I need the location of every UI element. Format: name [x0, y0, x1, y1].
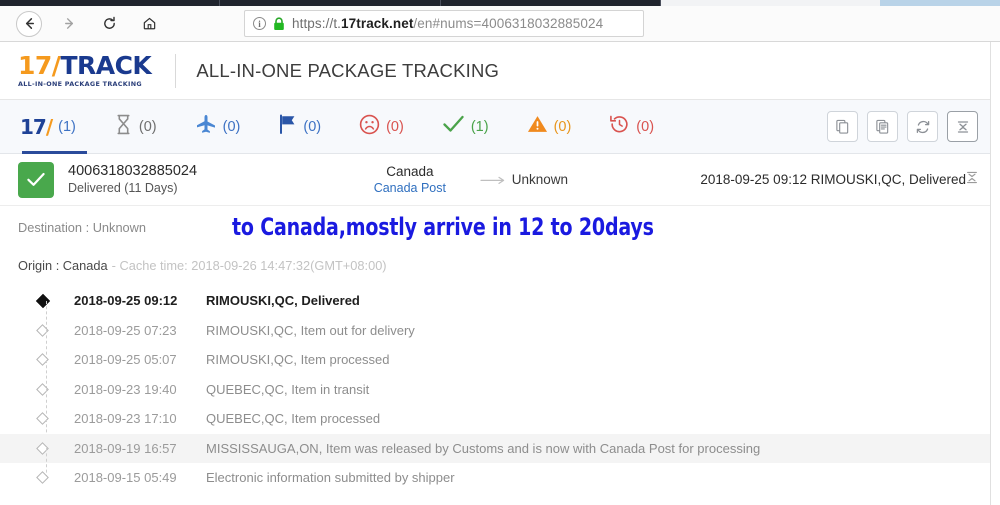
- vertical-scrollbar[interactable]: [990, 42, 1000, 505]
- page-title: ALL-IN-ONE PACKAGE TRACKING: [196, 59, 500, 81]
- warning-triangle-icon: [527, 114, 548, 139]
- info-icon[interactable]: i: [253, 17, 266, 30]
- copy-icon[interactable]: [827, 111, 858, 142]
- package-identity: 4006318032885024 Delivered (11 Days): [68, 162, 268, 196]
- tab-undelivered-count: (0): [386, 118, 404, 135]
- destination-value: Unknown: [511, 172, 568, 187]
- cache-time: - Cache time: 2018-09-26 14:47:32(GMT+08…: [111, 257, 387, 273]
- tracking-events-list: 2018-09-25 09:12 RIMOUSKI,QC, Delivered …: [0, 282, 1000, 493]
- tab-expired[interactable]: (0): [590, 100, 673, 154]
- tracking-number[interactable]: 4006318032885024: [68, 162, 268, 180]
- timeline-marker-icon: [36, 471, 49, 485]
- event-time: 2018-09-23 17:10: [74, 411, 177, 427]
- tab-alert-count: (0): [553, 118, 572, 135]
- package-status-text: Delivered (11 Days): [68, 181, 178, 196]
- copy-details-icon[interactable]: [867, 111, 898, 142]
- tab-delivered[interactable]: (1): [423, 100, 508, 154]
- logo-17: 17: [18, 51, 52, 80]
- flag-icon: [278, 114, 297, 139]
- table-row[interactable]: 2018-09-15 05:49 Electronic information …: [0, 463, 1000, 493]
- logo-track: TRACK: [60, 51, 152, 80]
- event-description: RIMOUSKI,QC, Delivered: [206, 293, 360, 309]
- url-scheme: https://t.: [292, 16, 342, 31]
- table-row[interactable]: 2018-09-23 19:40 QUEBEC,QC, Item in tran…: [0, 375, 1000, 419]
- arrow-right-icon: [480, 175, 506, 185]
- check-icon: [442, 114, 465, 139]
- event-description: RIMOUSKI,QC, Item out for delivery: [206, 322, 415, 338]
- table-row[interactable]: 2018-09-25 07:23 RIMOUSKI,QC, Item out f…: [0, 316, 1000, 360]
- page-content: 17/TRACK ALL-IN-ONE PACKAGE TRACKING ALL…: [0, 42, 1000, 505]
- browser-navigation-bar: i https://t.17track.net/en#nums=40063180…: [0, 6, 1000, 42]
- tab-all-count: (1): [58, 118, 76, 135]
- event-time: 2018-09-25 07:23: [74, 322, 177, 338]
- status-badge: [18, 161, 54, 198]
- table-row[interactable]: 2018-09-25 09:12 RIMOUSKI,QC, Delivered: [0, 286, 1000, 331]
- tab-all[interactable]: 17/ (1): [14, 100, 95, 154]
- reload-icon[interactable]: [96, 11, 122, 37]
- address-bar[interactable]: i https://t.17track.net/en#nums=40063180…: [244, 10, 644, 37]
- table-row[interactable]: 2018-09-19 16:57 MISSISSAUGA,ON, Item wa…: [0, 433, 990, 478]
- table-row[interactable]: 2018-09-23 17:10 QUEBEC,QC, Item process…: [0, 404, 1000, 449]
- tab-pickup[interactable]: (0): [259, 100, 340, 154]
- collapse-all-icon[interactable]: [947, 111, 978, 142]
- logo-wordmark: 17/TRACK: [18, 51, 152, 80]
- event-description: MISSISSAUGA,ON, Item was released by Cus…: [206, 440, 761, 456]
- forward-arrow-icon[interactable]: [56, 11, 82, 37]
- timeline-marker-icon: [35, 293, 51, 308]
- url-domain: 17track.net: [341, 16, 414, 31]
- annotation-text: to Canada,mostly arrive in 12 to 20days: [232, 213, 654, 241]
- tab-alert[interactable]: (0): [508, 100, 591, 154]
- origin-label: Origin : Canada: [18, 257, 108, 273]
- event-time: 2018-09-23 19:40: [74, 381, 177, 397]
- event-time: 2018-09-15 05:49: [74, 470, 177, 486]
- sad-face-icon: [359, 114, 380, 140]
- header-divider: [175, 53, 177, 88]
- airplane-icon: [195, 114, 217, 140]
- event-description: Electronic information submitted by ship…: [206, 470, 455, 486]
- destination-row: Destination : Unknown to Canada,mostly a…: [0, 206, 1000, 248]
- event-time: 2018-09-19 16:57: [74, 440, 177, 456]
- collapse-icon[interactable]: [966, 171, 986, 189]
- event-description: QUEBEC,QC, Item in transit: [206, 381, 370, 397]
- carrier-name[interactable]: Canada Post: [346, 180, 474, 196]
- status-filter-bar: 17/ (1) (0) (0) (0) (0) (1) (0) (0): [0, 100, 1000, 154]
- tab-expired-count: (0): [636, 118, 655, 135]
- tab-delivered-count: (1): [470, 118, 489, 135]
- tab-undelivered[interactable]: (0): [340, 100, 423, 154]
- carrier-info: Canada Canada Post: [346, 163, 474, 197]
- event-time: 2018-09-25 05:07: [74, 352, 177, 368]
- tab-not-found-count: (0): [138, 118, 157, 135]
- tab-pickup-count: (0): [303, 118, 322, 135]
- tab-in-transit[interactable]: (0): [176, 100, 260, 154]
- toolbar-actions: [827, 111, 986, 142]
- latest-event-summary: 2018-09-25 09:12 RIMOUSKI,QC, Delivered: [700, 172, 966, 187]
- table-row[interactable]: 2018-09-25 05:07 RIMOUSKI,QC, Item proce…: [0, 345, 1000, 390]
- back-arrow-icon[interactable]: [16, 10, 42, 37]
- hourglass-icon: [114, 114, 133, 140]
- clock-rewind-icon: [609, 114, 630, 140]
- lock-icon: [273, 16, 285, 31]
- check-icon: [27, 172, 45, 186]
- event-time: 2018-09-25 09:12: [74, 293, 178, 309]
- package-summary-row[interactable]: 4006318032885024 Delivered (11 Days) Can…: [0, 154, 1000, 206]
- tab-not-found[interactable]: (0): [95, 100, 176, 154]
- carrier-country: Canada: [386, 163, 434, 179]
- site-header: 17/TRACK ALL-IN-ONE PACKAGE TRACKING ALL…: [0, 42, 1000, 100]
- destination-label: Destination : Unknown: [18, 219, 147, 235]
- event-description: RIMOUSKI,QC, Item processed: [206, 352, 390, 368]
- 17track-logo-icon: 17/: [20, 114, 53, 139]
- site-logo[interactable]: 17/TRACK ALL-IN-ONE PACKAGE TRACKING: [18, 51, 152, 88]
- url-text: https://t.17track.net/en#nums=4006318032…: [292, 16, 603, 31]
- url-path: /en#nums=4006318032885024: [413, 16, 604, 31]
- tab-in-transit-count: (0): [222, 118, 241, 135]
- refresh-icon[interactable]: [907, 111, 938, 142]
- home-icon[interactable]: [136, 11, 162, 37]
- logo-tagline: ALL-IN-ONE PACKAGE TRACKING: [18, 80, 142, 88]
- origin-row: Origin : Canada - Cache time: 2018-09-26…: [0, 248, 1000, 282]
- event-description: QUEBEC,QC, Item processed: [206, 411, 381, 427]
